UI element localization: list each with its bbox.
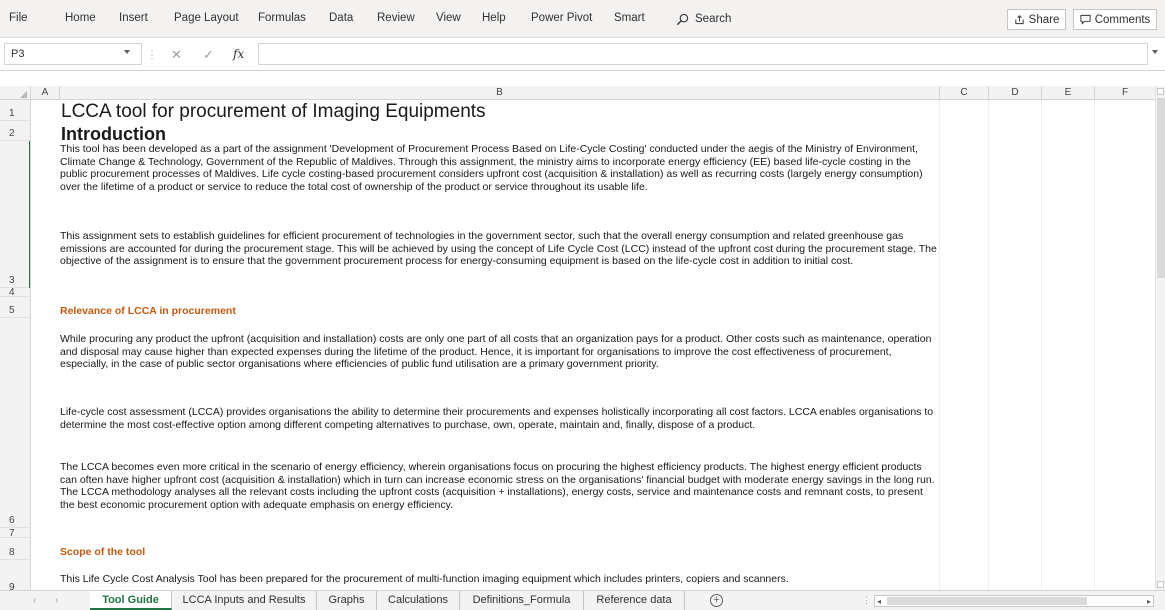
intro-paragraph-2: This assignment sets to establish guidel…	[60, 230, 937, 268]
comments-button[interactable]: Comments	[1073, 9, 1157, 30]
comments-label: Comments	[1094, 13, 1151, 26]
menu-formulas[interactable]: Formulas	[258, 12, 306, 24]
relevance-paragraph-1: While procuring any product the upfront …	[60, 333, 932, 371]
formula-bar-resize-handle[interactable]: ⋮	[147, 50, 157, 61]
tab-lcca-inputs-and-results[interactable]: LCCA Inputs and Results	[172, 591, 317, 610]
row-header-5[interactable]: 5	[0, 297, 30, 318]
scroll-left-icon[interactable]: ◂	[877, 597, 881, 606]
row-number: 8	[9, 547, 15, 558]
scroll-thumb[interactable]	[1157, 98, 1165, 278]
tab-definitions-formula[interactable]: Definitions_Formula	[460, 591, 584, 610]
column-header-e[interactable]: E	[1042, 86, 1095, 100]
relevance-heading: Relevance of LCCA in procurement	[60, 305, 236, 317]
column-headers: A B C D E F	[0, 86, 1155, 100]
gridline	[1094, 100, 1095, 590]
scope-heading: Scope of the tool	[60, 546, 146, 558]
row-headers: 1 2 3 4 5 6 7 8 9	[0, 100, 31, 590]
column-header-a[interactable]: A	[31, 86, 60, 100]
column-header-f[interactable]: F	[1095, 86, 1155, 100]
insert-function-icon[interactable]: fx	[233, 47, 244, 61]
gridline	[1041, 100, 1042, 590]
tab-graphs[interactable]: Graphs	[317, 591, 377, 610]
menu-home[interactable]: Home	[65, 12, 96, 24]
select-all-corner[interactable]	[0, 86, 31, 100]
formula-input[interactable]	[258, 43, 1148, 65]
worksheet-grid[interactable]: LCCA tool for procurement of Imaging Equ…	[31, 100, 1155, 590]
column-header-c[interactable]: C	[940, 86, 989, 100]
menu-smart[interactable]: Smart	[614, 12, 645, 24]
search-icon	[676, 13, 689, 25]
chevron-down-icon[interactable]	[124, 50, 130, 54]
row-number: 2	[9, 128, 15, 139]
column-header-d[interactable]: D	[989, 86, 1042, 100]
scroll-thumb[interactable]	[887, 597, 1087, 605]
tab-split-handle[interactable]: ⋮	[862, 595, 871, 606]
tab-tool-guide[interactable]: Tool Guide	[90, 591, 172, 610]
tab-scroll-right-icon[interactable]: ›	[55, 595, 58, 606]
share-button[interactable]: Share	[1007, 9, 1066, 30]
cancel-icon[interactable]: ✕	[171, 47, 182, 63]
sheet-title: LCCA tool for procurement of Imaging Equ…	[61, 101, 486, 122]
menu-insert[interactable]: Insert	[119, 12, 148, 24]
vertical-scrollbar[interactable]	[1155, 86, 1165, 590]
enter-icon[interactable]: ✓	[203, 47, 214, 63]
share-label: Share	[1028, 13, 1060, 26]
row-number: 6	[9, 515, 15, 526]
menu-view[interactable]: View	[436, 12, 461, 24]
relevance-paragraph-2: Life-cycle cost assessment (LCCA) provid…	[60, 406, 934, 431]
tab-calculations[interactable]: Calculations	[377, 591, 460, 610]
add-sheet-icon[interactable]: +	[710, 594, 723, 607]
menu-power-pivot[interactable]: Power Pivot	[531, 12, 592, 24]
row-header-4[interactable]: 4	[0, 287, 30, 298]
share-icon	[1015, 15, 1024, 25]
row-header-2[interactable]: 2	[0, 121, 30, 141]
relevance-paragraph-3: The LCCA becomes even more critical in t…	[60, 461, 935, 511]
scope-paragraph-1: This Life Cycle Cost Analysis Tool has b…	[60, 573, 789, 585]
menu-page-layout[interactable]: Page Layout	[174, 12, 239, 24]
gridline	[988, 100, 989, 590]
row-number: 5	[9, 305, 15, 316]
search-label: Search	[695, 13, 732, 25]
intro-heading: Introduction	[61, 124, 166, 144]
row-header-8[interactable]: 8	[0, 538, 30, 560]
row-number: 9	[9, 582, 15, 590]
expand-formula-bar-icon[interactable]	[1152, 50, 1158, 54]
intro-paragraph-1: This tool has been developed as a part o…	[60, 143, 923, 193]
search-box[interactable]: Search	[676, 10, 731, 28]
comment-icon	[1080, 14, 1091, 25]
name-box[interactable]: P3	[4, 43, 142, 65]
scroll-right-icon[interactable]: ▸	[1147, 597, 1151, 606]
ribbon-menu-bar: File Home Insert Page Layout Formulas Da…	[0, 0, 1165, 38]
row-header-6[interactable]: 6	[0, 318, 30, 528]
row-number: 1	[9, 108, 15, 119]
column-header-b[interactable]: B	[60, 86, 940, 100]
scroll-up-icon[interactable]	[1157, 88, 1164, 95]
menu-file[interactable]: File	[9, 12, 28, 24]
menu-review[interactable]: Review	[377, 12, 415, 24]
row-header-7[interactable]: 7	[0, 528, 30, 539]
row-header-9[interactable]: 9	[0, 560, 30, 590]
tab-scroll-left-icon[interactable]: ‹	[33, 595, 36, 606]
row-number: 3	[9, 275, 15, 286]
row-header-1[interactable]: 1	[0, 100, 30, 121]
menu-help[interactable]: Help	[482, 12, 506, 24]
tab-reference-data[interactable]: Reference data	[584, 591, 685, 610]
formula-bar: P3 ⋮ ✕ ✓ fx	[0, 38, 1165, 71]
sheet-tabs-bar: ‹ › Tool Guide LCCA Inputs and Results G…	[0, 590, 1165, 610]
horizontal-scrollbar[interactable]: ◂ ▸	[874, 595, 1154, 607]
menu-data[interactable]: Data	[329, 12, 353, 24]
row-header-3[interactable]: 3	[0, 141, 30, 288]
scroll-down-icon[interactable]	[1157, 581, 1164, 588]
